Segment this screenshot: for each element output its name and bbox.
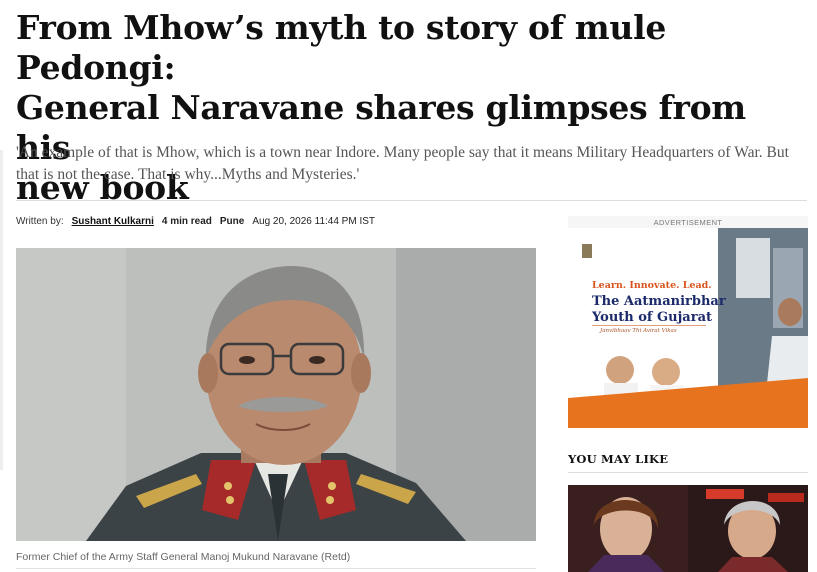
portrait-photo xyxy=(16,248,536,541)
recommended-story-thumbnail[interactable] xyxy=(568,485,808,572)
publish-timestamp: Aug 20, 2026 11:44 PM IST xyxy=(252,216,376,227)
dateline-city: Pune xyxy=(219,216,245,227)
you-may-like-rule xyxy=(568,472,808,473)
ad-subtitle: Janvibhaav Thi Avirat Vikas xyxy=(600,328,677,334)
ad-banner[interactable]: Learn. Innovate. Lead. The Aatmanirbhar … xyxy=(568,228,808,428)
ad-title-line-1: The Aatmanirbhar xyxy=(592,294,726,309)
header-divider xyxy=(16,200,807,201)
ad-underline xyxy=(592,325,706,326)
image-caption: Former Chief of the Army Staff General M… xyxy=(16,551,351,563)
byline: Written by: Sushant Kulkarni 4 min read … xyxy=(16,216,375,230)
advertisement-slot: ADVERTISEMENT Learn. Innovate. Lead. The… xyxy=(568,216,808,428)
caption-rule xyxy=(16,568,536,569)
written-by-label: Written by: xyxy=(16,216,64,227)
advertisement-label: ADVERTISEMENT xyxy=(653,218,723,227)
ad-tagline: Learn. Innovate. Lead. xyxy=(592,280,712,291)
author-link[interactable]: Sushant Kulkarni xyxy=(72,216,154,227)
hero-image xyxy=(16,248,536,541)
article-standfirst: 'An example of that is Mhow, which is a … xyxy=(16,144,789,183)
ad-title-line-2: Youth of Gujarat xyxy=(592,310,713,325)
left-edge-rule xyxy=(0,150,3,470)
read-time: 4 min read xyxy=(161,216,212,227)
you-may-like-heading: YOU MAY LIKE xyxy=(568,452,669,466)
headline-line-1: From Mhow’s myth to story of mule Pedong… xyxy=(16,8,667,87)
thumbnail-photo xyxy=(568,485,808,572)
